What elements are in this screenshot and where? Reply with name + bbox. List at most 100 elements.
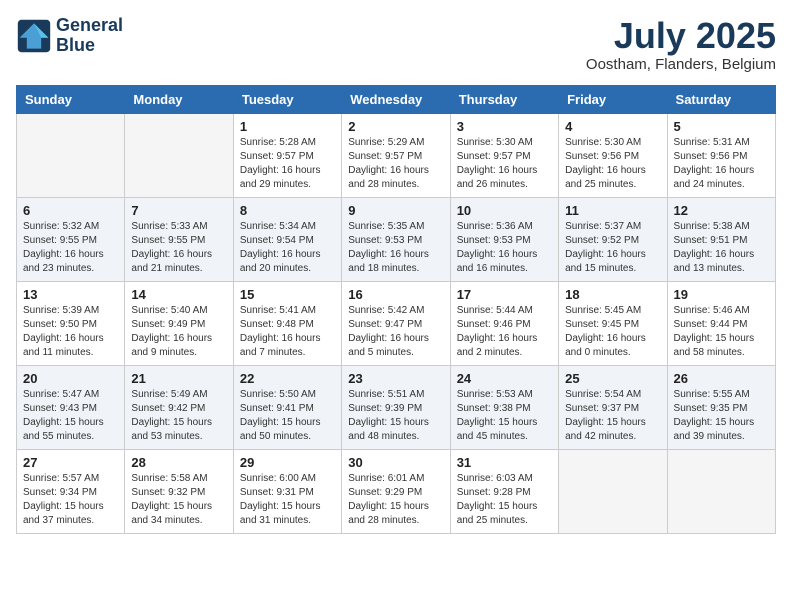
day-number: 19 xyxy=(674,287,769,302)
day-number: 10 xyxy=(457,203,552,218)
day-info: Sunrise: 5:34 AM Sunset: 9:54 PM Dayligh… xyxy=(240,220,335,276)
calendar-cell: 24Sunrise: 5:53 AM Sunset: 9:38 PM Dayli… xyxy=(450,365,558,449)
weekday-header-thursday: Thursday xyxy=(450,85,558,113)
calendar-cell: 21 Sunrise: 5:49 AM Sunset: 9:42 PM Dayli… xyxy=(125,365,233,449)
day-number: 28 xyxy=(131,455,226,470)
calendar-cell: 27 Sunrise: 5:57 AM Sunset: 9:34 PM Dayli… xyxy=(17,449,125,533)
day-info: Sunrise: 5:30 AM Sunset: 9:56 PM Dayligh… xyxy=(565,136,660,192)
day-number: 31 xyxy=(457,455,552,470)
calendar-cell: 6 Sunrise: 5:32 AM Sunset: 9:55 PM Daylig… xyxy=(17,197,125,281)
day-number: 30 xyxy=(348,455,443,470)
calendar-cell: 18Sunrise: 5:45 AM Sunset: 9:45 PM Dayli… xyxy=(559,281,667,365)
day-number: 20 xyxy=(23,371,118,386)
day-info: Sunrise: 6:03 AM Sunset: 9:28 PM Dayligh… xyxy=(457,472,552,528)
day-info: Sunrise: 5:37 AM Sunset: 9:52 PM Dayligh… xyxy=(565,220,660,276)
day-info: Sunrise: 5:29 AM Sunset: 9:57 PM Dayligh… xyxy=(348,136,443,192)
day-info: Sunrise: 5:30 AM Sunset: 9:57 PM Dayligh… xyxy=(457,136,552,192)
day-number: 7 xyxy=(131,203,226,218)
day-info: Sunrise: 5:32 AM Sunset: 9:55 PM Dayligh… xyxy=(23,220,118,276)
day-number: 27 xyxy=(23,455,118,470)
calendar-cell: 1 Sunrise: 5:28 AM Sunset: 9:57 PM Daylig… xyxy=(233,113,341,197)
calendar-cell: 10 Sunrise: 5:36 AM Sunset: 9:53 PM Dayli… xyxy=(450,197,558,281)
day-info: Sunrise: 5:55 AM Sunset: 9:35 PM Dayligh… xyxy=(674,388,769,444)
weekday-header-monday: Monday xyxy=(125,85,233,113)
day-info: Sunrise: 5:49 AM Sunset: 9:42 PM Dayligh… xyxy=(131,388,226,444)
day-info: Sunrise: 6:00 AM Sunset: 9:31 PM Dayligh… xyxy=(240,472,335,528)
day-info: Sunrise: 5:46 AM Sunset: 9:44 PM Dayligh… xyxy=(674,304,769,360)
day-info: Sunrise: 5:42 AM Sunset: 9:47 PM Dayligh… xyxy=(348,304,443,360)
calendar-cell: 16 Sunrise: 5:42 AM Sunset: 9:47 PM Dayli… xyxy=(342,281,450,365)
weekday-header-sunday: Sunday xyxy=(17,85,125,113)
day-info: Sunrise: 5:35 AM Sunset: 9:53 PM Dayligh… xyxy=(348,220,443,276)
calendar-cell: 4Sunrise: 5:30 AM Sunset: 9:56 PM Daylig… xyxy=(559,113,667,197)
calendar-cell: 30 Sunrise: 6:01 AM Sunset: 9:29 PM Dayli… xyxy=(342,449,450,533)
calendar-cell: 23 Sunrise: 5:51 AM Sunset: 9:39 PM Dayli… xyxy=(342,365,450,449)
weekday-header-row: SundayMondayTuesdayWednesdayThursdayFrid… xyxy=(17,85,776,113)
day-number: 12 xyxy=(674,203,769,218)
day-info: Sunrise: 5:57 AM Sunset: 9:34 PM Dayligh… xyxy=(23,472,118,528)
calendar-cell: 19 Sunrise: 5:46 AM Sunset: 9:44 PM Dayli… xyxy=(667,281,775,365)
calendar-week-1: 1 Sunrise: 5:28 AM Sunset: 9:57 PM Daylig… xyxy=(17,113,776,197)
calendar-cell: 14Sunrise: 5:40 AM Sunset: 9:49 PM Dayli… xyxy=(125,281,233,365)
calendar-week-2: 6 Sunrise: 5:32 AM Sunset: 9:55 PM Daylig… xyxy=(17,197,776,281)
weekday-header-saturday: Saturday xyxy=(667,85,775,113)
calendar-table: SundayMondayTuesdayWednesdayThursdayFrid… xyxy=(16,85,776,534)
calendar-cell: 25Sunrise: 5:54 AM Sunset: 9:37 PM Dayli… xyxy=(559,365,667,449)
day-number: 1 xyxy=(240,119,335,134)
day-info: Sunrise: 5:51 AM Sunset: 9:39 PM Dayligh… xyxy=(348,388,443,444)
day-info: Sunrise: 5:54 AM Sunset: 9:37 PM Dayligh… xyxy=(565,388,660,444)
day-info: Sunrise: 5:33 AM Sunset: 9:55 PM Dayligh… xyxy=(131,220,226,276)
page-header: General Blue July 2025 Oostham, Flanders… xyxy=(16,16,776,73)
day-info: Sunrise: 5:44 AM Sunset: 9:46 PM Dayligh… xyxy=(457,304,552,360)
location: Oostham, Flanders, Belgium xyxy=(586,56,776,73)
day-info: Sunrise: 5:39 AM Sunset: 9:50 PM Dayligh… xyxy=(23,304,118,360)
day-number: 24 xyxy=(457,371,552,386)
day-info: Sunrise: 6:01 AM Sunset: 9:29 PM Dayligh… xyxy=(348,472,443,528)
day-number: 22 xyxy=(240,371,335,386)
calendar-cell: 13 Sunrise: 5:39 AM Sunset: 9:50 PM Dayli… xyxy=(17,281,125,365)
weekday-header-wednesday: Wednesday xyxy=(342,85,450,113)
day-number: 3 xyxy=(457,119,552,134)
day-info: Sunrise: 5:41 AM Sunset: 9:48 PM Dayligh… xyxy=(240,304,335,360)
day-number: 16 xyxy=(348,287,443,302)
logo-icon xyxy=(16,18,52,54)
calendar-cell: 11Sunrise: 5:37 AM Sunset: 9:52 PM Dayli… xyxy=(559,197,667,281)
day-info: Sunrise: 5:31 AM Sunset: 9:56 PM Dayligh… xyxy=(674,136,769,192)
day-number: 17 xyxy=(457,287,552,302)
logo-text: General Blue xyxy=(56,16,123,56)
day-info: Sunrise: 5:36 AM Sunset: 9:53 PM Dayligh… xyxy=(457,220,552,276)
day-number: 21 xyxy=(131,371,226,386)
logo: General Blue xyxy=(16,16,123,56)
calendar-cell: 29 Sunrise: 6:00 AM Sunset: 9:31 PM Dayli… xyxy=(233,449,341,533)
calendar-cell: 12 Sunrise: 5:38 AM Sunset: 9:51 PM Dayli… xyxy=(667,197,775,281)
day-info: Sunrise: 5:45 AM Sunset: 9:45 PM Dayligh… xyxy=(565,304,660,360)
calendar-cell: 7 Sunrise: 5:33 AM Sunset: 9:55 PM Daylig… xyxy=(125,197,233,281)
calendar-cell xyxy=(125,113,233,197)
calendar-cell: 26Sunrise: 5:55 AM Sunset: 9:35 PM Dayli… xyxy=(667,365,775,449)
calendar-cell: 9 Sunrise: 5:35 AM Sunset: 9:53 PM Daylig… xyxy=(342,197,450,281)
day-number: 8 xyxy=(240,203,335,218)
day-number: 9 xyxy=(348,203,443,218)
day-number: 13 xyxy=(23,287,118,302)
weekday-header-friday: Friday xyxy=(559,85,667,113)
calendar-week-4: 20Sunrise: 5:47 AM Sunset: 9:43 PM Dayli… xyxy=(17,365,776,449)
calendar-cell xyxy=(17,113,125,197)
day-info: Sunrise: 5:50 AM Sunset: 9:41 PM Dayligh… xyxy=(240,388,335,444)
calendar-cell: 28Sunrise: 5:58 AM Sunset: 9:32 PM Dayli… xyxy=(125,449,233,533)
calendar-cell xyxy=(667,449,775,533)
calendar-cell: 15Sunrise: 5:41 AM Sunset: 9:48 PM Dayli… xyxy=(233,281,341,365)
weekday-header-tuesday: Tuesday xyxy=(233,85,341,113)
calendar-cell: 5Sunrise: 5:31 AM Sunset: 9:56 PM Daylig… xyxy=(667,113,775,197)
calendar-cell: 17 Sunrise: 5:44 AM Sunset: 9:46 PM Dayli… xyxy=(450,281,558,365)
day-info: Sunrise: 5:28 AM Sunset: 9:57 PM Dayligh… xyxy=(240,136,335,192)
day-number: 29 xyxy=(240,455,335,470)
calendar-cell: 20Sunrise: 5:47 AM Sunset: 9:43 PM Dayli… xyxy=(17,365,125,449)
day-info: Sunrise: 5:40 AM Sunset: 9:49 PM Dayligh… xyxy=(131,304,226,360)
calendar-cell: 31 Sunrise: 6:03 AM Sunset: 9:28 PM Dayli… xyxy=(450,449,558,533)
day-number: 2 xyxy=(348,119,443,134)
day-number: 6 xyxy=(23,203,118,218)
calendar-cell: 8 Sunrise: 5:34 AM Sunset: 9:54 PM Daylig… xyxy=(233,197,341,281)
calendar-cell: 22 Sunrise: 5:50 AM Sunset: 9:41 PM Dayli… xyxy=(233,365,341,449)
day-number: 23 xyxy=(348,371,443,386)
day-info: Sunrise: 5:38 AM Sunset: 9:51 PM Dayligh… xyxy=(674,220,769,276)
